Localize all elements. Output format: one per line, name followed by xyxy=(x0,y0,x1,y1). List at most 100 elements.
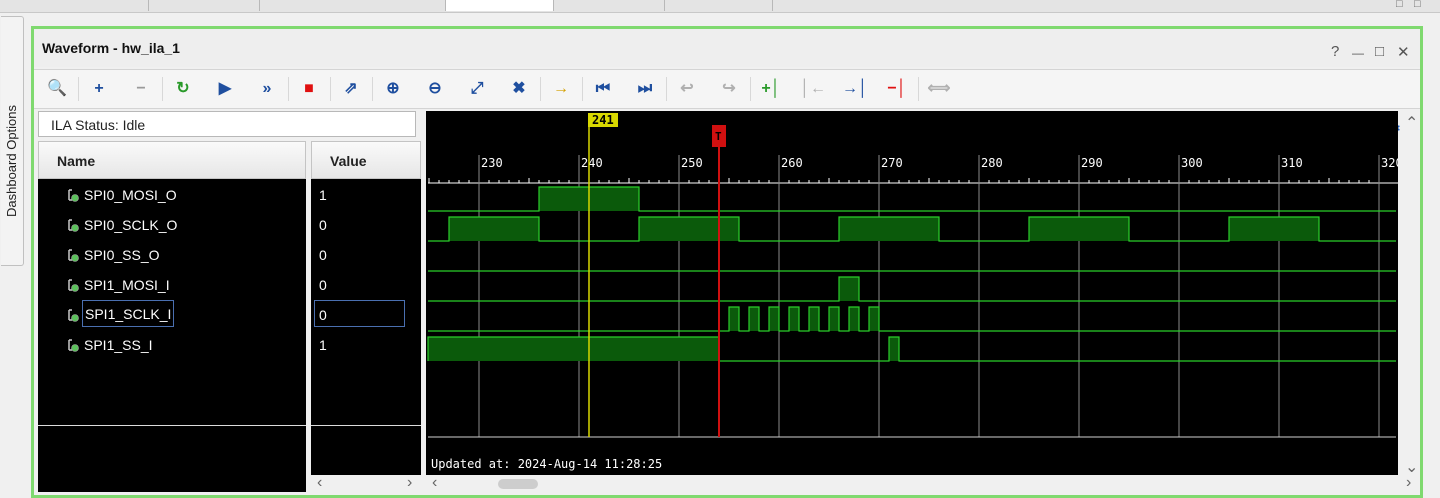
waveform-panel: Waveform - hw_ila_1 ? — □ ✕ ⚙ 🔍+−↻▶»■⇗⊕⊖… xyxy=(31,26,1423,498)
waveform-canvas[interactable]: 230 240 250 260 270 280 290 300 310 320 241 T xyxy=(426,111,1398,475)
value-column-header[interactable]: Value xyxy=(311,141,421,179)
remove-icon[interactable]: − xyxy=(126,75,156,103)
swap-cursors-icon[interactable]: ⟺ xyxy=(924,75,954,103)
goto-end-icon[interactable]: ⏭ xyxy=(630,75,660,103)
close-icon[interactable]: ✕ xyxy=(1397,43,1410,61)
probe-signal-icon xyxy=(68,279,79,292)
signal-high-region xyxy=(839,217,939,241)
signal-value: 0 xyxy=(319,247,327,263)
value-hscrollbar[interactable]: ‹ › xyxy=(311,474,421,493)
tick-label: 230 xyxy=(481,156,503,170)
editor-tab-4-active[interactable] xyxy=(446,0,554,11)
toolbar-separator xyxy=(918,77,919,101)
run-trigger-icon[interactable]: ▶ xyxy=(210,75,240,103)
value-row[interactable]: 0 xyxy=(311,241,421,271)
goto-start-icon[interactable]: ⏮ xyxy=(588,75,618,103)
editor-tab-5[interactable] xyxy=(554,0,665,11)
scroll-left-icon[interactable]: ‹ xyxy=(432,474,437,492)
signal-value: 0 xyxy=(319,217,327,233)
pane-divider xyxy=(38,425,306,426)
wave-vscrollbar[interactable]: ⌃ ⌄ xyxy=(1403,111,1420,477)
signal-row[interactable]: SPI1_SS_I xyxy=(38,331,306,361)
help-icon[interactable]: ? xyxy=(1331,43,1339,60)
signal-high-region xyxy=(869,307,879,331)
signal-row[interactable]: SPI1_MOSI_I xyxy=(38,271,306,301)
next-transition-icon[interactable]: ↪ xyxy=(714,75,744,103)
signal-high-region xyxy=(428,337,719,361)
goto-cursor-icon[interactable]: → xyxy=(546,75,576,103)
add-icon[interactable]: + xyxy=(84,75,114,103)
run-trigger-immediate-icon[interactable]: ↻ xyxy=(168,75,198,103)
prev-marker-icon[interactable]: │← xyxy=(798,75,828,103)
dashboard-options-tab[interactable]: Dashboard Options xyxy=(1,16,24,266)
zoom-out-icon[interactable]: ⊖ xyxy=(420,75,450,103)
scroll-left-icon[interactable]: ‹ xyxy=(317,474,322,492)
tick-label: 310 xyxy=(1281,156,1303,170)
signal-value: 0 xyxy=(314,300,405,327)
signal-row[interactable]: SPI0_SCLK_O xyxy=(38,211,306,241)
probe-signal-icon xyxy=(68,249,79,262)
stop-icon[interactable]: ■ xyxy=(294,75,324,103)
signal-row[interactable]: SPI0_MOSI_O xyxy=(38,181,306,211)
pane-divider-values xyxy=(311,425,421,426)
prev-transition-icon[interactable]: ↩ xyxy=(672,75,702,103)
toolbar-separator xyxy=(162,77,163,101)
wave-hscrollbar[interactable]: ‹ › xyxy=(426,474,1420,493)
toolbar-separator xyxy=(372,77,373,101)
editor-tab-6[interactable] xyxy=(665,0,773,11)
signal-name: SPI0_SCLK_O xyxy=(84,217,178,233)
signal-row[interactable]: SPI0_SS_O xyxy=(38,241,306,271)
scroll-thumb[interactable] xyxy=(498,479,538,489)
zoom-in-icon[interactable]: ⊕ xyxy=(378,75,408,103)
signal-high-region xyxy=(839,277,859,301)
value-row[interactable]: 0 xyxy=(311,300,421,331)
signal-high-region xyxy=(639,217,739,241)
signal-value-list: 1 0 0 0 0 1 xyxy=(311,179,421,492)
ila-status: ILA Status: Idle xyxy=(38,111,416,137)
next-marker-icon[interactable]: →│ xyxy=(840,75,870,103)
zoom-fit-icon[interactable]: ⤢ xyxy=(462,75,492,103)
minimize-icon[interactable]: — xyxy=(1352,46,1364,60)
tick-label: 250 xyxy=(681,156,703,170)
toolbar-separator xyxy=(330,77,331,101)
name-column-header[interactable]: Name xyxy=(38,141,306,179)
scroll-down-icon[interactable]: ⌄ xyxy=(1405,457,1418,477)
toolbar-separator xyxy=(78,77,79,101)
value-row[interactable]: 1 xyxy=(311,331,421,361)
toolbar-separator xyxy=(750,77,751,101)
signal-high-region xyxy=(749,307,759,331)
signal-high-region xyxy=(849,307,859,331)
scroll-right-icon[interactable]: › xyxy=(407,474,412,492)
signal-high-region xyxy=(809,307,819,331)
dashboard-options-label: Dashboard Options xyxy=(4,104,19,217)
signal-high-region xyxy=(889,337,899,361)
probe-signal-icon xyxy=(68,309,79,322)
restore-icon[interactable]: □ xyxy=(1375,43,1384,60)
window-restore-icon[interactable]: □ xyxy=(1396,0,1403,10)
value-row[interactable]: 0 xyxy=(311,271,421,301)
cursor-icon[interactable]: ✖ xyxy=(504,75,534,103)
toolbar-separator xyxy=(666,77,667,101)
signal-high-region xyxy=(449,217,539,241)
tick-label: 320 xyxy=(1381,156,1398,170)
value-row[interactable]: 1 xyxy=(311,181,421,211)
waveform-viewer[interactable]: 230 240 250 260 270 280 290 300 310 320 241 T Updat… xyxy=(426,111,1398,475)
delete-marker-icon[interactable]: −│ xyxy=(882,75,912,103)
search-icon[interactable]: 🔍 xyxy=(42,75,72,103)
window-restore-icon-2[interactable]: □ xyxy=(1414,0,1421,10)
signal-name: SPI1_SS_I xyxy=(84,337,153,353)
export-icon[interactable]: ⇗ xyxy=(336,75,366,103)
add-marker-icon[interactable]: +│ xyxy=(756,75,786,103)
value-row[interactable]: 0 xyxy=(311,211,421,241)
editor-tab-3[interactable] xyxy=(260,0,446,11)
signal-trace xyxy=(428,276,1396,302)
signal-value: 1 xyxy=(319,337,327,353)
signal-name-list: SPI0_MOSI_O SPI0_SCLK_O SPI0_SS_O SPI1_MOSI… xyxy=(38,179,306,492)
signal-high-region xyxy=(769,307,779,331)
signal-row[interactable]: SPI1_SCLK_I xyxy=(38,300,306,331)
editor-tab-2[interactable] xyxy=(149,0,260,11)
tick-label: 290 xyxy=(1081,156,1103,170)
scroll-up-icon[interactable]: ⌃ xyxy=(1405,113,1418,133)
editor-tab-1[interactable] xyxy=(0,0,149,11)
auto-retrigger-icon[interactable]: » xyxy=(252,75,282,103)
